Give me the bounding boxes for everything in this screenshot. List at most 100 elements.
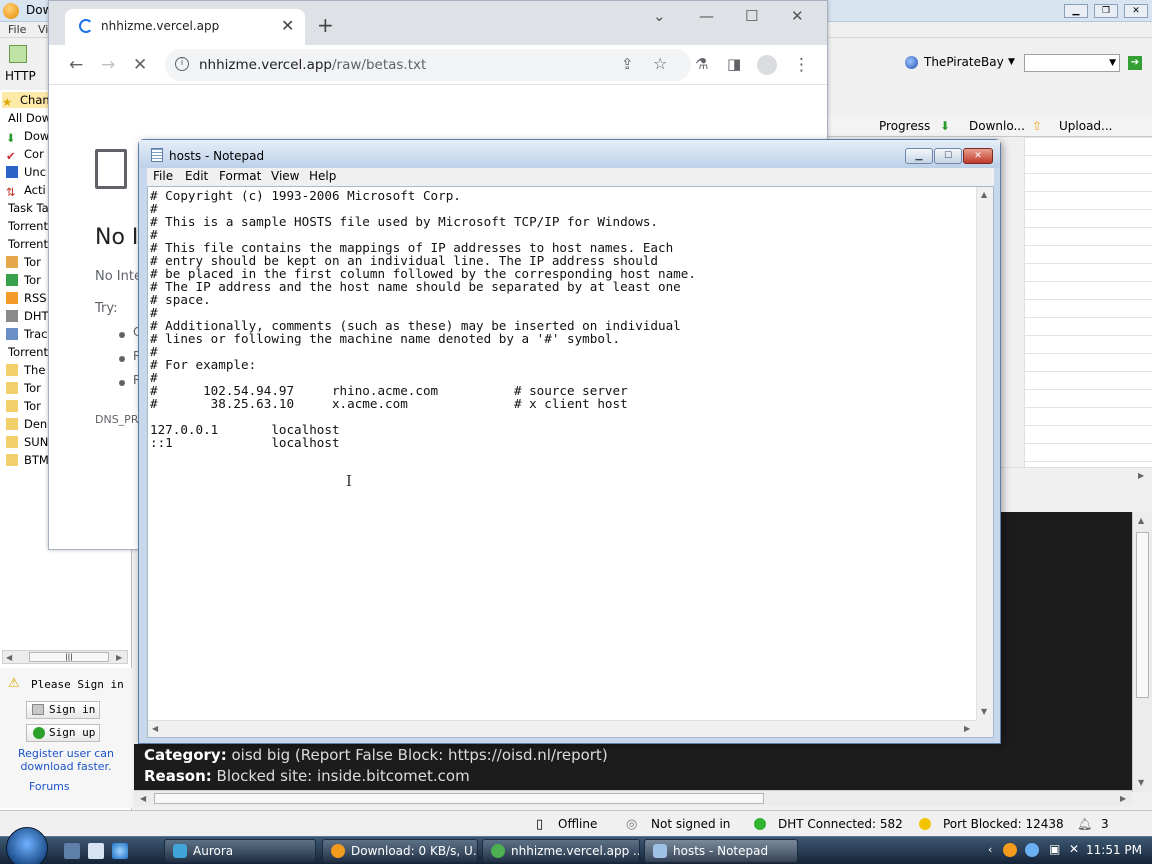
lab-icon[interactable]: ⚗ [695, 55, 708, 73]
scroll-thumb[interactable] [1136, 532, 1149, 698]
sidebar-item[interactable]: All Dow [8, 110, 51, 126]
chevron-down-icon[interactable]: ▼ [1109, 58, 1116, 68]
arrow-right-icon[interactable]: ▶ [1120, 794, 1126, 803]
volume-muted-icon[interactable]: ✕ [1069, 842, 1079, 856]
stop-icon[interactable]: ✕ [133, 55, 147, 75]
arrow-up-icon[interactable]: ▲ [981, 190, 987, 199]
menu-view[interactable]: View [271, 169, 299, 183]
restore-button[interactable]: ❐ [1094, 4, 1118, 18]
sidebar-item[interactable]: Torrent [8, 218, 48, 234]
menu-help[interactable]: Help [309, 169, 336, 183]
sidebar-item[interactable]: DHT [6, 308, 49, 324]
sidebar-item[interactable]: Tor [6, 380, 41, 396]
sidebar-item[interactable]: SUN [6, 434, 48, 450]
sidebar-item[interactable]: Torrent [8, 344, 48, 360]
chevron-down-icon[interactable]: ⌄ [653, 7, 666, 25]
hosts-file-content[interactable]: # Copyright (c) 1993-2006 Microsoft Corp… [150, 189, 696, 449]
sidebar-item[interactable]: RSS [6, 290, 47, 306]
browser-icon[interactable] [112, 843, 128, 859]
arrow-right-icon[interactable]: ▶ [1138, 471, 1144, 480]
close-button[interactable]: ✕ [1124, 4, 1148, 18]
search-go-button[interactable]: ➔ [1128, 56, 1142, 70]
menu-file[interactable]: File [8, 23, 26, 36]
network-icon[interactable]: ▣ [1049, 842, 1060, 856]
tray-app-icon[interactable] [1025, 843, 1039, 857]
scroll-thumb[interactable] [154, 793, 764, 804]
close-icon[interactable]: ✕ [281, 16, 294, 35]
url-text[interactable]: nhhizme.vercel.app/raw/betas.txt [199, 57, 426, 73]
chevron-left-icon[interactable]: ‹ [988, 843, 992, 856]
sidebar-hscrollbar[interactable]: ◀ ||| ▶ [2, 650, 128, 664]
scroll-thumb[interactable]: ||| [29, 652, 109, 662]
switch-windows-icon[interactable] [88, 843, 104, 859]
notepad-text-area[interactable]: # Copyright (c) 1993-2006 Microsoft Corp… [147, 186, 994, 738]
info-icon[interactable]: i [175, 57, 189, 71]
search-engine-select[interactable]: ThePirateBay [924, 55, 1004, 69]
close-icon[interactable]: ✕ [791, 7, 804, 25]
sidebar-item[interactable]: Den [6, 416, 47, 432]
side-panel-icon[interactable]: ◨ [727, 55, 741, 73]
column-progress[interactable]: Progress [879, 119, 930, 133]
task-list-hscrollbar[interactable]: ▶ [1000, 467, 1152, 483]
maximize-button[interactable]: ☐ [934, 148, 962, 164]
bell-icon[interactable]: 🔔︎ [1077, 817, 1092, 831]
menu-view[interactable]: Vi [38, 23, 48, 36]
register-link[interactable]: Register user can download faster. [6, 747, 126, 773]
sidebar-item[interactable]: Unc [6, 164, 46, 180]
share-icon[interactable]: ⇪ [621, 55, 634, 73]
sign-in-button[interactable]: Sign in [26, 701, 100, 719]
arrow-left-icon[interactable]: ◀ [6, 653, 12, 662]
menu-icon[interactable]: ⋮ [793, 55, 810, 75]
column-download[interactable]: Downlo... [969, 119, 1025, 133]
task-list-grid[interactable] [1024, 137, 1152, 467]
forums-link[interactable]: Forums [29, 780, 70, 793]
search-input[interactable]: ▼ [1024, 54, 1120, 72]
sign-up-button[interactable]: Sign up [26, 724, 100, 742]
chrome-tab[interactable]: nhhizme.vercel.app ✕ [65, 9, 305, 45]
bitcomet-tray-icon[interactable] [1003, 843, 1017, 857]
sidebar-item[interactable]: The [6, 362, 45, 378]
menu-file[interactable]: File [153, 169, 173, 183]
arrow-down-icon[interactable]: ▼ [981, 707, 987, 716]
minimize-button[interactable]: ▁ [905, 148, 933, 164]
column-upload[interactable]: Upload... [1059, 119, 1113, 133]
sidebar-item[interactable]: ⇅ Acti [6, 182, 46, 199]
star-icon[interactable]: ☆ [653, 54, 667, 73]
status-port[interactable]: Port Blocked: 12438 [943, 817, 1064, 831]
sidebar-item[interactable]: ⬇ Dow [6, 128, 49, 145]
notepad-vscrollbar[interactable]: ▲ ▼ [976, 187, 993, 720]
sidebar-item[interactable]: ✔ Cor [6, 146, 44, 163]
minimize-icon[interactable]: — [699, 7, 714, 25]
clock[interactable]: 11:51 PM [1086, 843, 1142, 857]
detail-vscrollbar[interactable]: ▲ ▼ [1132, 512, 1152, 792]
sidebar-item[interactable]: BTM [6, 452, 49, 468]
http-download-icon[interactable] [9, 45, 27, 63]
sidebar-item[interactable]: Torrent [8, 236, 48, 252]
task-aurora[interactable]: Aurora [164, 839, 316, 863]
arrow-left-icon[interactable]: ◀ [140, 794, 146, 803]
chevron-down-icon[interactable]: ▼ [1008, 57, 1015, 67]
sidebar-item[interactable]: Tor [6, 272, 41, 288]
new-tab-icon[interactable]: + [317, 15, 334, 35]
sidebar-item[interactable]: Tor [6, 398, 41, 414]
status-signin[interactable]: Not signed in [651, 817, 730, 831]
arrow-right-icon[interactable]: ▶ [116, 653, 122, 662]
address-bar[interactable]: i nhhizme.vercel.app/raw/betas.txt ⇪ ☆ [165, 49, 691, 81]
maximize-icon[interactable]: ☐ [745, 7, 758, 25]
sidebar-item[interactable]: Tor [6, 254, 41, 270]
menu-edit[interactable]: Edit [185, 169, 208, 183]
arrow-up-icon[interactable]: ▲ [1138, 516, 1144, 525]
back-icon[interactable]: ← [69, 55, 83, 75]
task-chrome[interactable]: nhhizme.vercel.app ... [482, 839, 640, 863]
notepad-hscrollbar[interactable]: ◀ ▶ [148, 720, 977, 737]
sidebar-item[interactable]: Trac [6, 326, 47, 342]
profile-avatar[interactable] [757, 55, 777, 75]
arrow-right-icon[interactable]: ▶ [964, 724, 970, 733]
start-button[interactable] [6, 827, 48, 864]
menu-format[interactable]: Format [219, 169, 261, 183]
arrow-left-icon[interactable]: ◀ [152, 724, 158, 733]
task-notepad[interactable]: hosts - Notepad [644, 839, 798, 863]
sidebar-item[interactable]: Task Ta [8, 200, 49, 216]
minimize-button[interactable]: ▁ [1064, 4, 1088, 18]
show-desktop-icon[interactable] [64, 843, 80, 859]
